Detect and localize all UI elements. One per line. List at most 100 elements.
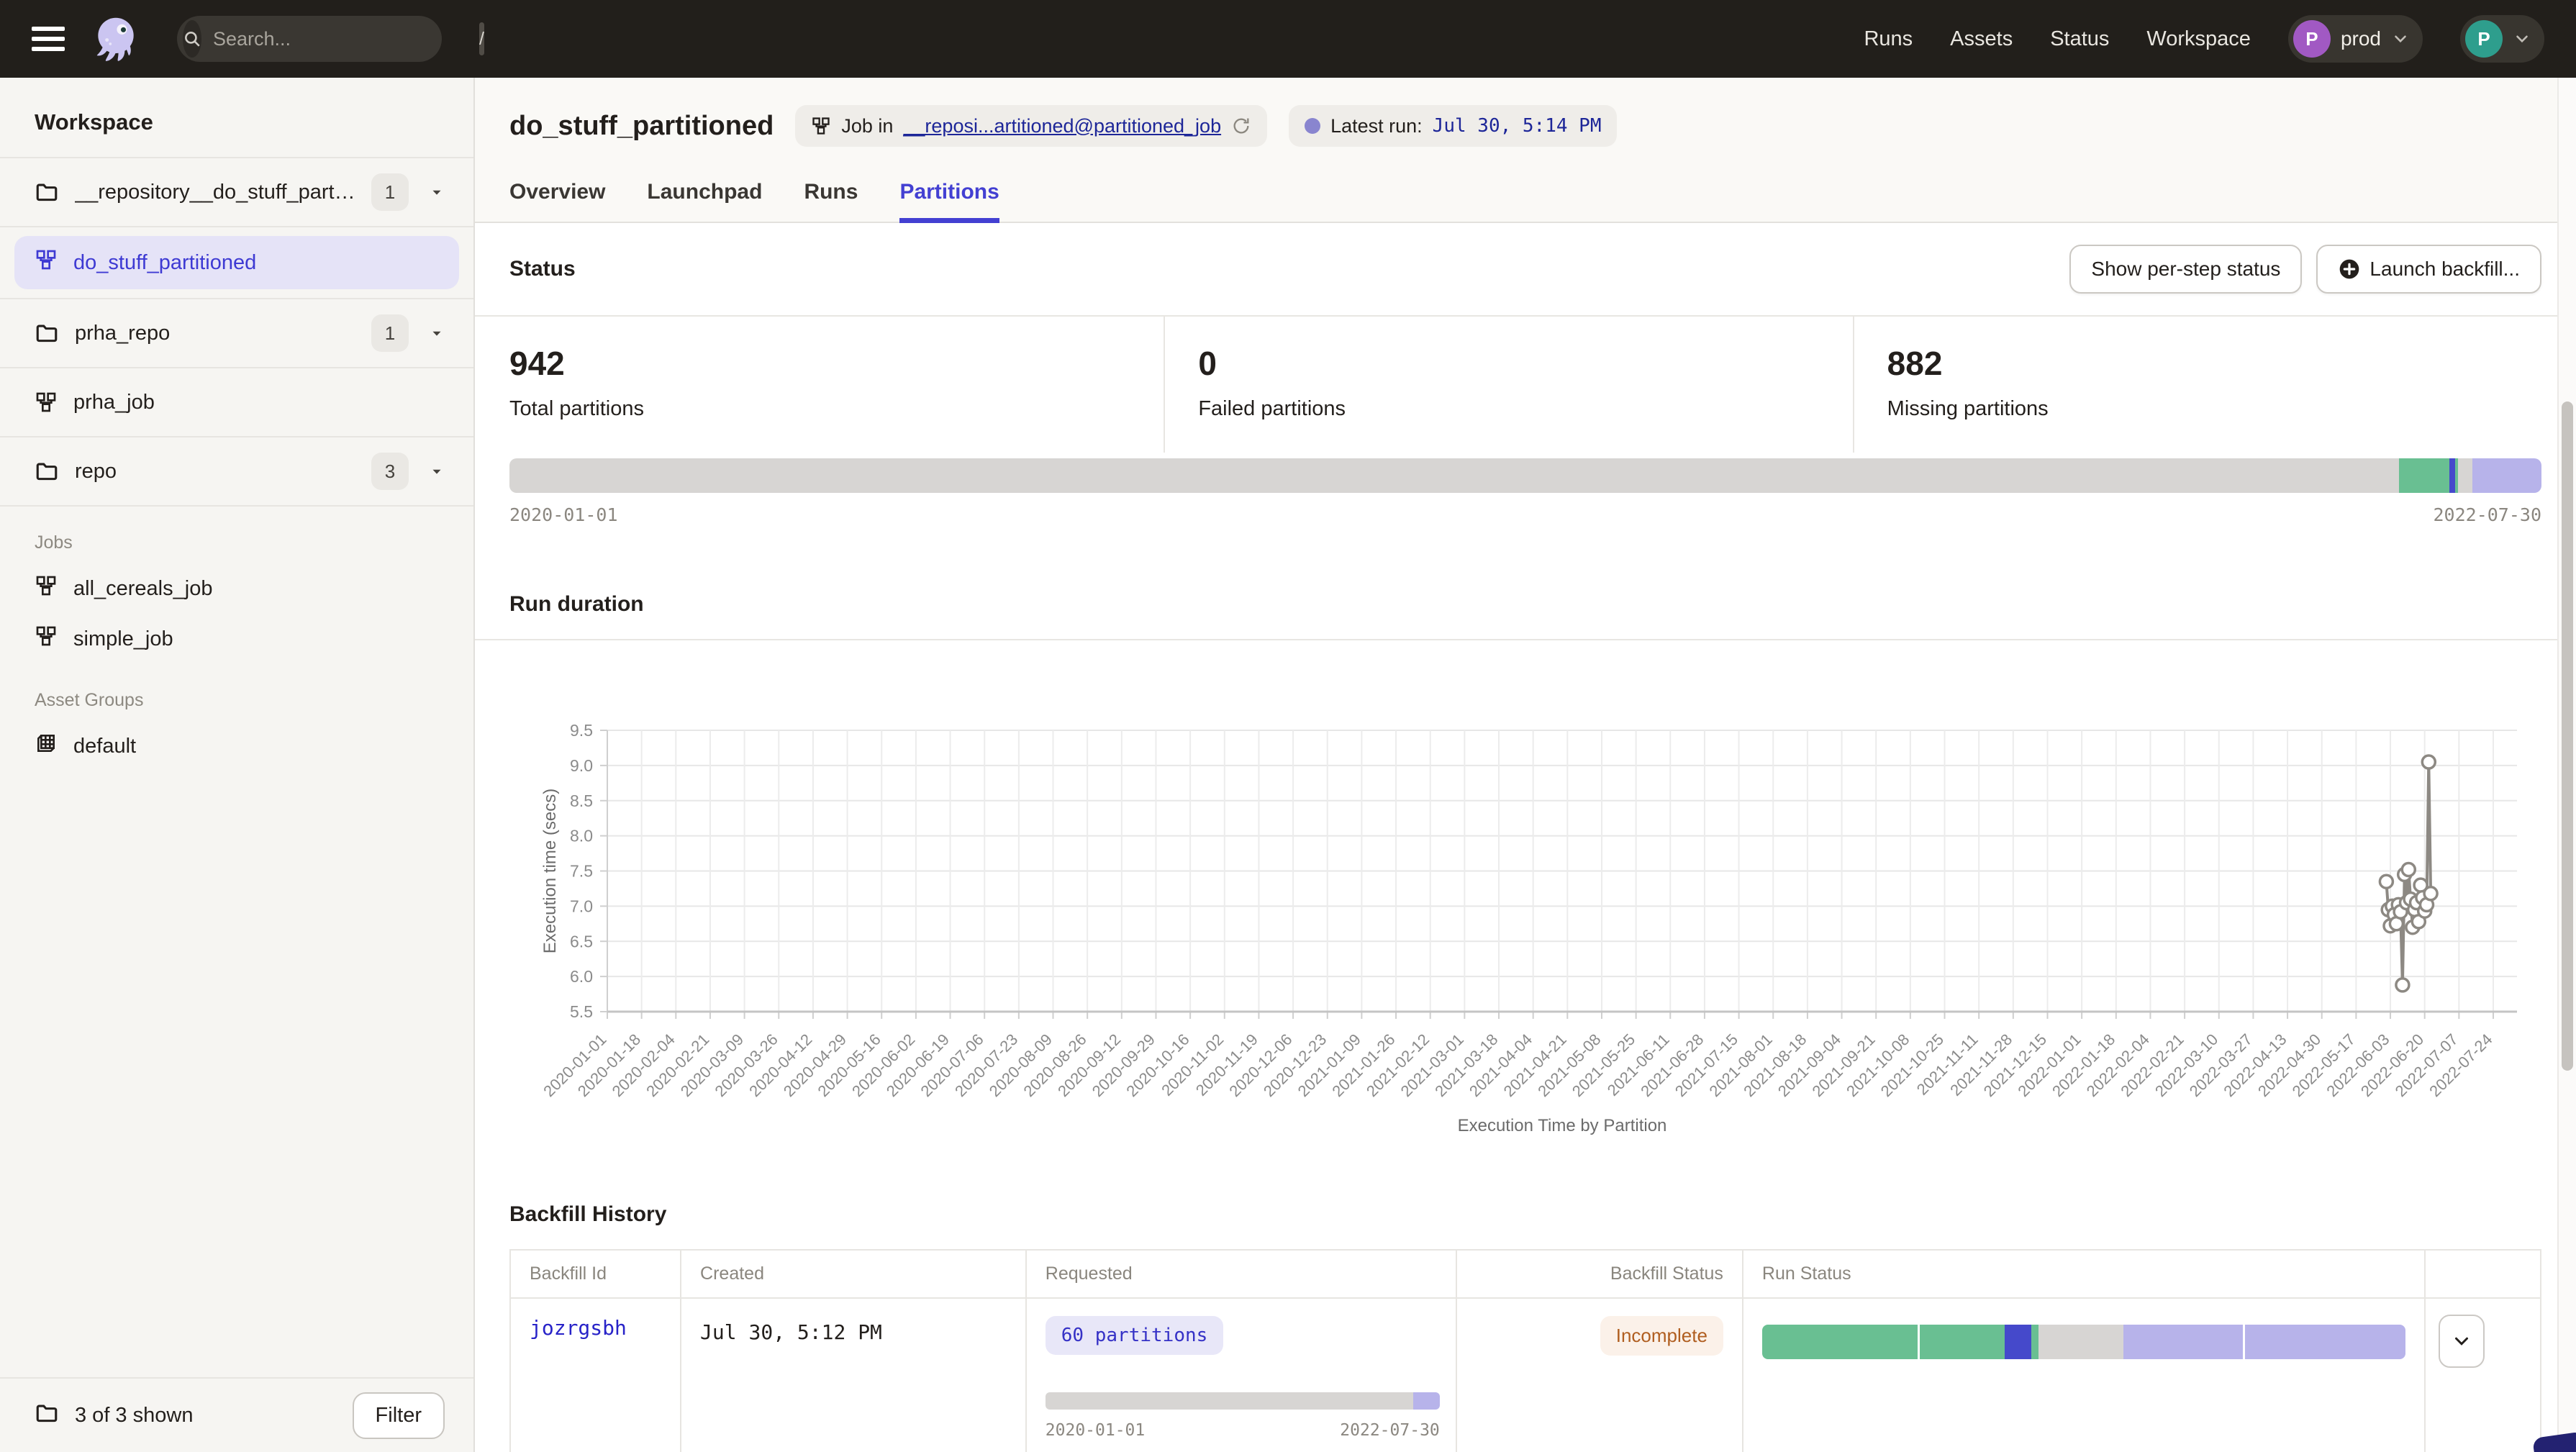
requested-range-bar <box>1046 1392 1440 1410</box>
backfill-status-badge: Incomplete <box>1600 1316 1723 1356</box>
latest-run-time-link[interactable]: Jul 30, 5:14 PM <box>1433 115 1602 137</box>
expand-row-button[interactable] <box>2439 1315 2485 1368</box>
sidebar-item-prha_repo[interactable]: prha_repo1 <box>0 299 473 368</box>
stat-value: 0 <box>1198 344 1852 383</box>
refresh-icon[interactable] <box>1231 116 1251 136</box>
job-tag-prefix: Job in <box>841 115 893 137</box>
svg-text:Execution Time by Partition: Execution Time by Partition <box>1458 1116 1667 1135</box>
nav-link-status[interactable]: Status <box>2050 27 2109 51</box>
main-content: do_stuff_partitioned Job in __reposi...a… <box>475 78 2576 1452</box>
stat-label: Total partitions <box>509 397 1164 421</box>
nav-link-runs[interactable]: Runs <box>1864 27 1913 51</box>
column-header-backfill-status: Backfill Status <box>1456 1250 1743 1298</box>
stat-label: Failed partitions <box>1198 397 1852 421</box>
job-icon <box>35 625 58 653</box>
section-label-asset-groups: Asset Groups <box>0 664 473 721</box>
stat-failed-partitions: 0 Failed partitions <box>1164 317 1852 453</box>
bar-segment-gray <box>2038 1325 2124 1359</box>
latest-run-chip: Latest run: Jul 30, 5:14 PM <box>1289 105 1617 147</box>
run-duration-chart[interactable]: 9.59.08.58.07.57.06.56.05.52020-01-01202… <box>509 640 2541 1173</box>
sidebar-item-default[interactable]: default <box>0 721 473 771</box>
status-heading: Status <box>509 257 576 281</box>
sidebar-item-all_cereals_job[interactable]: all_cereals_job <box>0 563 473 614</box>
backfill-id-link[interactable]: jozrgsbh <box>530 1316 627 1340</box>
dagster-logo-icon[interactable] <box>89 12 142 65</box>
tab-launchpad[interactable]: Launchpad <box>647 180 762 222</box>
partition-status-bar[interactable] <box>509 458 2541 493</box>
sidebar-item-do_stuff_partitioned[interactable]: do_stuff_partitioned <box>14 236 459 289</box>
requested-end-date: 2022-07-30 <box>1340 1421 1439 1440</box>
caret-down-icon[interactable] <box>429 325 445 341</box>
job-tag-link[interactable]: __reposi...artitioned@partitioned_job <box>903 115 1221 137</box>
show-per-step-status-button[interactable]: Show per-step status <box>2069 245 2302 294</box>
user-avatar: P <box>2465 20 2503 58</box>
sidebar-title: Workspace <box>0 78 473 157</box>
column-header-backfill-id: Backfill Id <box>510 1250 681 1298</box>
launch-backfill-button[interactable]: Launch backfill... <box>2316 245 2541 294</box>
filter-button[interactable]: Filter <box>353 1392 445 1439</box>
latest-run-label: Latest run: <box>1330 115 1423 137</box>
sidebar-item-label: repo <box>75 460 355 484</box>
svg-text:8.5: 8.5 <box>570 791 593 810</box>
search-bar[interactable]: / <box>177 16 442 62</box>
section-label-jobs: Jobs <box>0 507 473 563</box>
bar-end-date: 2022-07-30 <box>2433 504 2541 525</box>
stat-label: Missing partitions <box>1887 397 2541 421</box>
caret-down-icon[interactable] <box>429 463 445 479</box>
folder-icon <box>35 180 59 204</box>
job-icon <box>35 248 58 277</box>
svg-text:8.0: 8.0 <box>570 827 593 845</box>
bar-segment-lavender <box>2123 1325 2242 1359</box>
svg-text:7.0: 7.0 <box>570 897 593 915</box>
scrollbar-thumb[interactable] <box>2562 401 2573 1071</box>
deployment-switcher[interactable]: P prod <box>2288 15 2423 63</box>
bar-segment-lavender <box>2245 1325 2406 1359</box>
nav-links: Runs Assets Status Workspace P prod P <box>1864 15 2544 63</box>
requested-start-date: 2020-01-01 <box>1046 1421 1145 1440</box>
tab-runs[interactable]: Runs <box>804 180 858 222</box>
sidebar-item-label: simple_job <box>73 627 173 651</box>
search-icon <box>183 20 201 58</box>
stat-value: 942 <box>509 344 1164 383</box>
backfill-history-heading: Backfill History <box>509 1202 666 1227</box>
sidebar-item-__repository__do_stuff_partitio[interactable]: __repository__do_stuff_partitio...1 <box>0 158 473 227</box>
tab-partitions[interactable]: Partitions <box>899 180 999 222</box>
search-shortcut-key: / <box>479 22 484 55</box>
sidebar-item-simple_job[interactable]: simple_job <box>0 614 473 664</box>
tab-bar: Overview Launchpad Runs Partitions <box>509 180 2541 222</box>
deployment-avatar: P <box>2293 20 2331 58</box>
folder-icon <box>35 1401 59 1430</box>
chevron-down-icon <box>2391 30 2410 48</box>
job-icon <box>811 116 831 136</box>
sidebar-item-label: __repository__do_stuff_partitio... <box>75 181 355 204</box>
job-count-badge: 3 <box>371 453 409 490</box>
job-icon <box>35 574 58 603</box>
sidebar-item-label: do_stuff_partitioned <box>73 251 256 275</box>
run-duration-heading: Run duration <box>509 592 644 617</box>
svg-text:9.5: 9.5 <box>570 721 593 740</box>
svg-text:9.0: 9.0 <box>570 756 593 775</box>
sidebar-item-label: prha_repo <box>75 322 355 345</box>
nav-link-assets[interactable]: Assets <box>1950 27 2013 51</box>
menu-icon[interactable] <box>32 27 65 51</box>
chevron-down-icon <box>2513 30 2531 48</box>
tab-overview[interactable]: Overview <box>509 180 605 222</box>
user-menu[interactable]: P <box>2460 15 2544 63</box>
bar-segment-blue <box>2005 1325 2031 1359</box>
sidebar-item-prha_job[interactable]: prha_job <box>0 368 473 437</box>
search-input[interactable] <box>201 28 479 50</box>
svg-text:6.5: 6.5 <box>570 932 593 950</box>
sidebar-item-repo[interactable]: repo 3 <box>0 437 473 507</box>
folder-icon <box>35 459 59 484</box>
caret-down-icon[interactable] <box>429 184 445 200</box>
scrollbar-track[interactable] <box>2557 78 2576 1452</box>
top-navbar: / Runs Assets Status Workspace P prod P <box>0 0 2576 78</box>
nav-link-workspace[interactable]: Workspace <box>2146 27 2251 51</box>
requested-partitions-chip[interactable]: 60 partitions <box>1046 1316 1224 1355</box>
sidebar-footer: 3 of 3 shown Filter <box>0 1377 473 1452</box>
backfill-table: Backfill IdCreatedRequestedBackfill Stat… <box>509 1249 2541 1452</box>
backfill-created: Jul 30, 5:12 PM <box>700 1316 1007 1344</box>
run-status-bar[interactable] <box>1762 1325 2405 1359</box>
run-status-dot <box>1305 118 1320 134</box>
job-header: do_stuff_partitioned Job in __reposi...a… <box>475 78 2576 223</box>
